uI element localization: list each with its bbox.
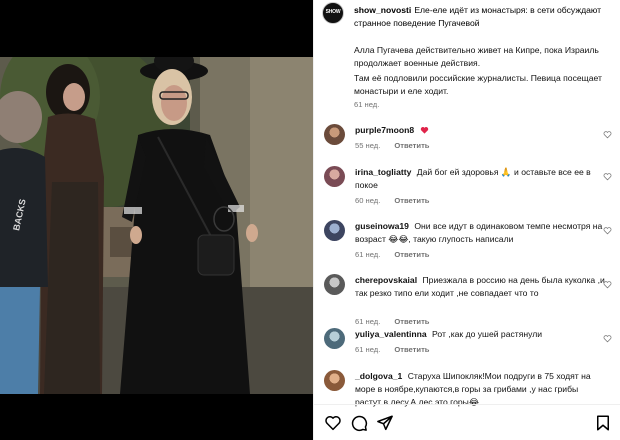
- share-icon[interactable]: [376, 414, 394, 432]
- comment-username[interactable]: purple7moon8: [355, 125, 414, 135]
- comment-icon[interactable]: [350, 414, 368, 432]
- comment-time[interactable]: 61 нед.: [355, 345, 380, 354]
- author-avatar[interactable]: SHOW: [322, 2, 344, 24]
- comment-username[interactable]: guseinowa19: [355, 221, 409, 231]
- post-side-panel: SHOW show_novosti Еле-еле идёт из монасты…: [313, 0, 620, 440]
- comment-text: guseinowa19 Они все идут в одинаковом те…: [355, 220, 605, 246]
- author-username[interactable]: show_novosti: [354, 5, 411, 15]
- media-pane: BACKS: [0, 0, 313, 440]
- like-comment-heart-icon[interactable]: [603, 280, 612, 289]
- reply-button[interactable]: Ответить: [394, 196, 429, 205]
- comment-text: purple7moon8: [355, 124, 605, 137]
- commenter-avatar[interactable]: [324, 370, 345, 391]
- comment-username[interactable]: yuliya_valentinna: [355, 329, 427, 339]
- comment-meta: 55 нед. Ответить: [355, 141, 429, 150]
- caption-paragraph-2: Там её подловили российские журналисты. …: [354, 73, 602, 96]
- like-comment-heart-icon[interactable]: [603, 226, 612, 235]
- comment-text: yuliya_valentinna Рот ,как до ушей растя…: [355, 328, 605, 341]
- comment-text: irina_togliatty Дай бог ей здоровья 🙏 и …: [355, 166, 605, 192]
- comment-heart-emoji: [420, 125, 429, 135]
- comment-meta: 61 нед. Ответить: [355, 250, 429, 259]
- reply-button[interactable]: Ответить: [394, 317, 429, 326]
- comment-time[interactable]: 61 нед.: [355, 250, 380, 259]
- comment-text: cherepovskaial Приезжала в россию на ден…: [355, 274, 605, 300]
- commenter-avatar[interactable]: [324, 220, 345, 241]
- comment-username[interactable]: irina_togliatty: [355, 167, 411, 177]
- video-frame-illustration: BACKS: [0, 57, 313, 394]
- comment-username[interactable]: cherepovskaial: [355, 275, 417, 285]
- post-caption: show_novosti Еле-еле идёт из монастыря: в…: [354, 4, 616, 30]
- caption-paragraph-1: Алла Пугачева действительно живет на Кип…: [354, 45, 599, 68]
- comment-meta: 61 нед. Ответить: [355, 317, 429, 326]
- post-action-bar: [314, 404, 620, 440]
- comment-time[interactable]: 55 нед.: [355, 141, 380, 150]
- reply-button[interactable]: Ответить: [394, 141, 429, 150]
- commenter-avatar[interactable]: [324, 124, 345, 145]
- comment-meta: 60 нед. Ответить: [355, 196, 429, 205]
- commenter-avatar[interactable]: [324, 166, 345, 187]
- reply-button[interactable]: Ответить: [394, 250, 429, 259]
- commenter-avatar[interactable]: [324, 274, 345, 295]
- comment-body: Рот ,как до ушей растянули: [432, 329, 543, 339]
- comment-time[interactable]: 60 нед.: [355, 196, 380, 205]
- comment-meta: 61 нед. Ответить: [355, 345, 429, 354]
- like-comment-heart-icon[interactable]: [603, 334, 612, 343]
- post-time[interactable]: 61 нед.: [354, 100, 379, 109]
- like-comment-heart-icon[interactable]: [603, 130, 612, 139]
- commenter-avatar[interactable]: [324, 328, 345, 349]
- like-comment-heart-icon[interactable]: [603, 172, 612, 181]
- reply-button[interactable]: Ответить: [394, 345, 429, 354]
- comment-username[interactable]: _dolgova_1: [355, 371, 402, 381]
- post-video[interactable]: BACKS: [0, 57, 313, 394]
- comment-time[interactable]: 61 нед.: [355, 317, 380, 326]
- bookmark-icon[interactable]: [594, 414, 612, 432]
- instagram-post-view: BACKS SHOW show_novosti Еле-еле идёт из …: [0, 0, 620, 440]
- author-avatar-text: SHOW: [325, 9, 341, 15]
- heart-icon[interactable]: [324, 414, 342, 432]
